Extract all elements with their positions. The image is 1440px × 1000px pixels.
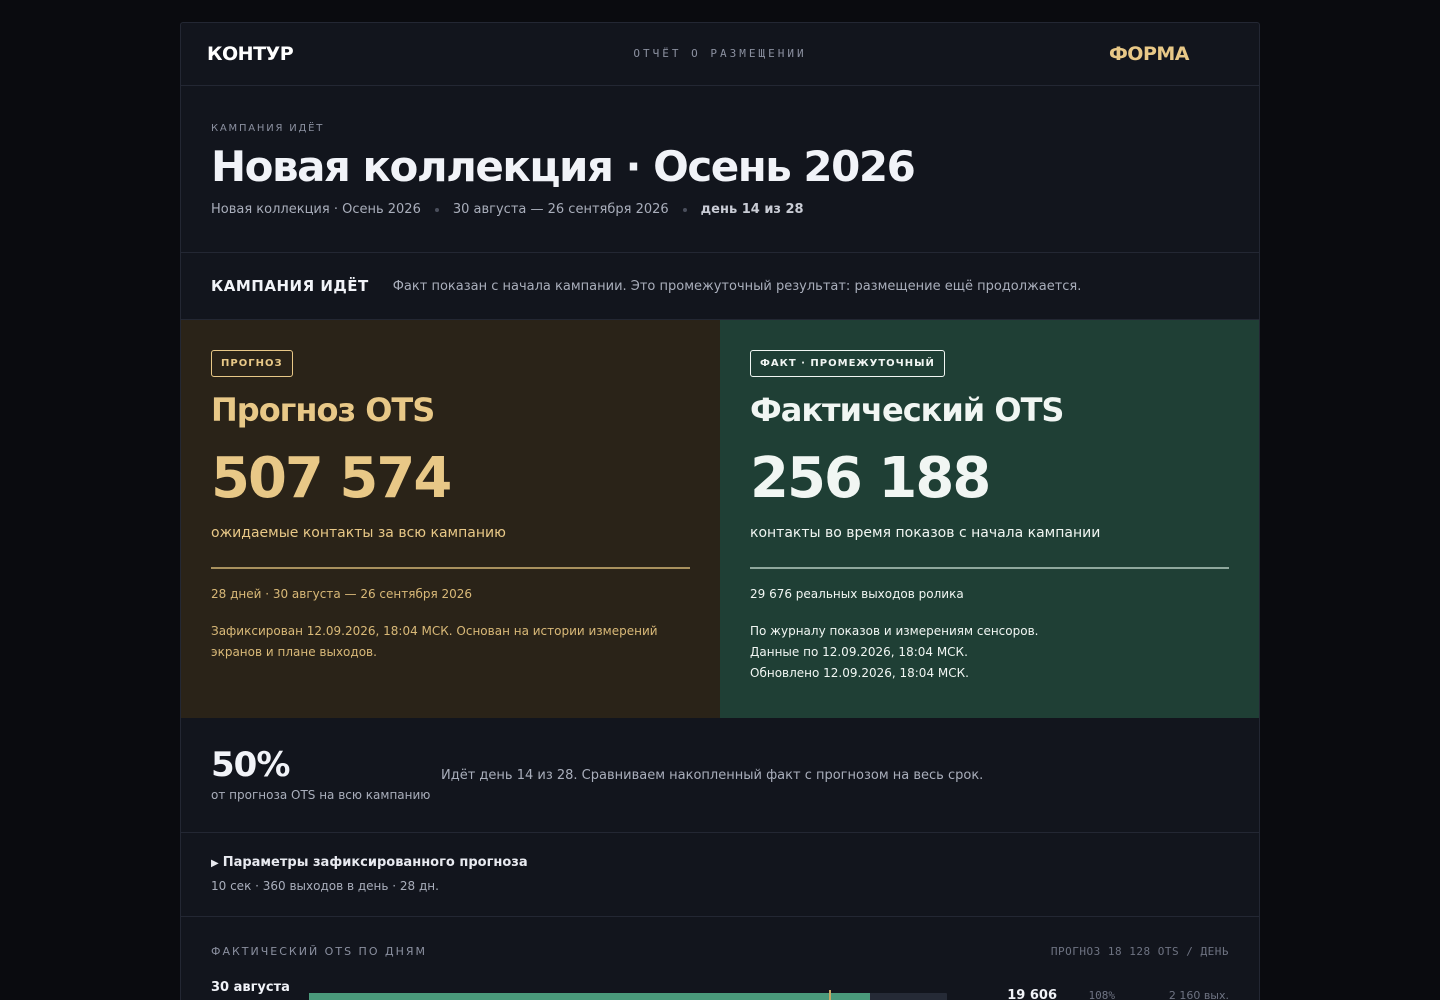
campaign-hero: КАМПАНИЯ ИДЁТ Новая коллекция · Осень 20… (181, 86, 1259, 253)
separator-dot (434, 207, 439, 212)
report-card: КОНТУР ОТЧЁТ О РАЗМЕЩЕНИИ ФОРМА КАМПАНИЯ… (180, 22, 1260, 1000)
forecast-badge: ПРОГНОЗ (211, 350, 293, 377)
day-bar-track (309, 990, 947, 1000)
status-text: Факт показан с начала кампании. Это пром… (392, 278, 1082, 294)
status-banner: КАМПАНИЯ ИДЁТ Факт показан с начала камп… (181, 253, 1259, 320)
forecast-description: ожидаемые контакты за всю кампанию (211, 525, 506, 541)
campaign-day: день 14 из 28 (700, 202, 804, 218)
day-date: 30 августа (211, 980, 290, 995)
params-detail: 10 сек · 360 выходов в день · 28 дн. (211, 879, 439, 893)
forecast-title: Прогноз OTS (211, 391, 435, 429)
fact-plays: 29 676 реальных выходов ролика (750, 587, 964, 601)
progress-summary: 50% от прогноза OTS на всю кампанию Идёт… (181, 718, 1259, 833)
percent-label: от прогноза OTS на всю кампанию (211, 788, 431, 802)
campaign-name: Новая коллекция · Осень 2026 (211, 202, 421, 218)
fact-divider (750, 567, 1229, 569)
campaign-meta: Новая коллекция · Осень 2026 30 августа … (211, 202, 1229, 217)
separator-dot (682, 207, 687, 212)
daily-forecast-note: ПРОГНОЗ 18 128 OTS / ДЕНЬ (1050, 945, 1229, 958)
metric-panels: ПРОГНОЗ Прогноз OTS 507 574 ожидаемые ко… (181, 320, 1259, 718)
day-forecast-marker (828, 990, 831, 1000)
fact-note-line: Обновлено 12.09.2026, 18:04 МСК. (750, 666, 969, 680)
fact-badge: ФАКТ · ПРОМЕЖУТОЧНЫЙ (750, 350, 945, 377)
day-value: 19 606 (1007, 988, 1057, 1000)
forecast-panel: ПРОГНОЗ Прогноз OTS 507 574 ожидаемые ко… (181, 320, 720, 718)
forecast-note: Зафиксирован 12.09.2026, 18:04 МСК. Осно… (211, 624, 658, 659)
caret-right-icon: ▶ (211, 858, 219, 869)
fact-note-line: Данные по 12.09.2026, 18:04 МСК. (750, 645, 968, 659)
daily-title: ФАКТИЧЕСКИЙ OTS ПО ДНЯМ (211, 945, 427, 958)
daily-ots: ФАКТИЧЕСКИЙ OTS ПО ДНЯМ ПРОГНОЗ 18 128 O… (181, 917, 1259, 1000)
status-title: КАМПАНИЯ ИДЁТ (211, 277, 369, 295)
forecast-value: 507 574 (211, 446, 452, 511)
campaign-dates: 30 августа — 26 сентября 2026 (452, 202, 669, 218)
day-plays: 2 160 вых. (1168, 989, 1229, 1000)
fact-description: контакты во время показов с начала кампа… (750, 525, 1101, 541)
day-row: 30 августа 19 606 108% 2 160 вых. (211, 980, 1229, 1000)
forecast-period: 28 дней · 30 августа — 26 сентября 2026 (211, 587, 473, 601)
fact-panel: ФАКТ · ПРОМЕЖУТОЧНЫЙ Фактический OTS 256… (720, 320, 1259, 718)
document-title: ОТЧЁТ О РАЗМЕЩЕНИИ (633, 47, 807, 60)
fact-value: 256 188 (750, 446, 991, 511)
params-toggle[interactable]: ▶ Параметры зафиксированного прогноза (211, 855, 1229, 870)
header: КОНТУР ОТЧЁТ О РАЗМЕЩЕНИИ ФОРМА (181, 23, 1259, 86)
forecast-params: ▶ Параметры зафиксированного прогноза 10 … (181, 833, 1259, 917)
percent-block: 50% от прогноза OTS на всю кампанию (211, 748, 441, 802)
progress-text: Идёт день 14 из 28. Сравниваем накопленн… (441, 767, 984, 783)
daily-header: ФАКТИЧЕСКИЙ OTS ПО ДНЯМ ПРОГНОЗ 18 128 O… (211, 945, 1229, 958)
fact-note: По журналу показов и измерениям сенсоров… (750, 621, 1229, 684)
fact-note-line: По журналу показов и измерениям сенсоров… (750, 624, 1039, 638)
percent-value: 50% (211, 745, 290, 785)
fact-title: Фактический OTS (750, 391, 1064, 429)
forecast-divider (211, 567, 690, 569)
campaign-title: Новая коллекция · Осень 2026 (211, 142, 916, 191)
campaign-status-eyebrow: КАМПАНИЯ ИДЁТ (211, 123, 325, 134)
day-bar-fill (309, 993, 871, 1000)
params-summary-label: Параметры зафиксированного прогноза (222, 855, 528, 870)
day-percent: 108% (1088, 989, 1116, 1000)
brand-logo-right[interactable]: ФОРМА (1109, 43, 1190, 65)
